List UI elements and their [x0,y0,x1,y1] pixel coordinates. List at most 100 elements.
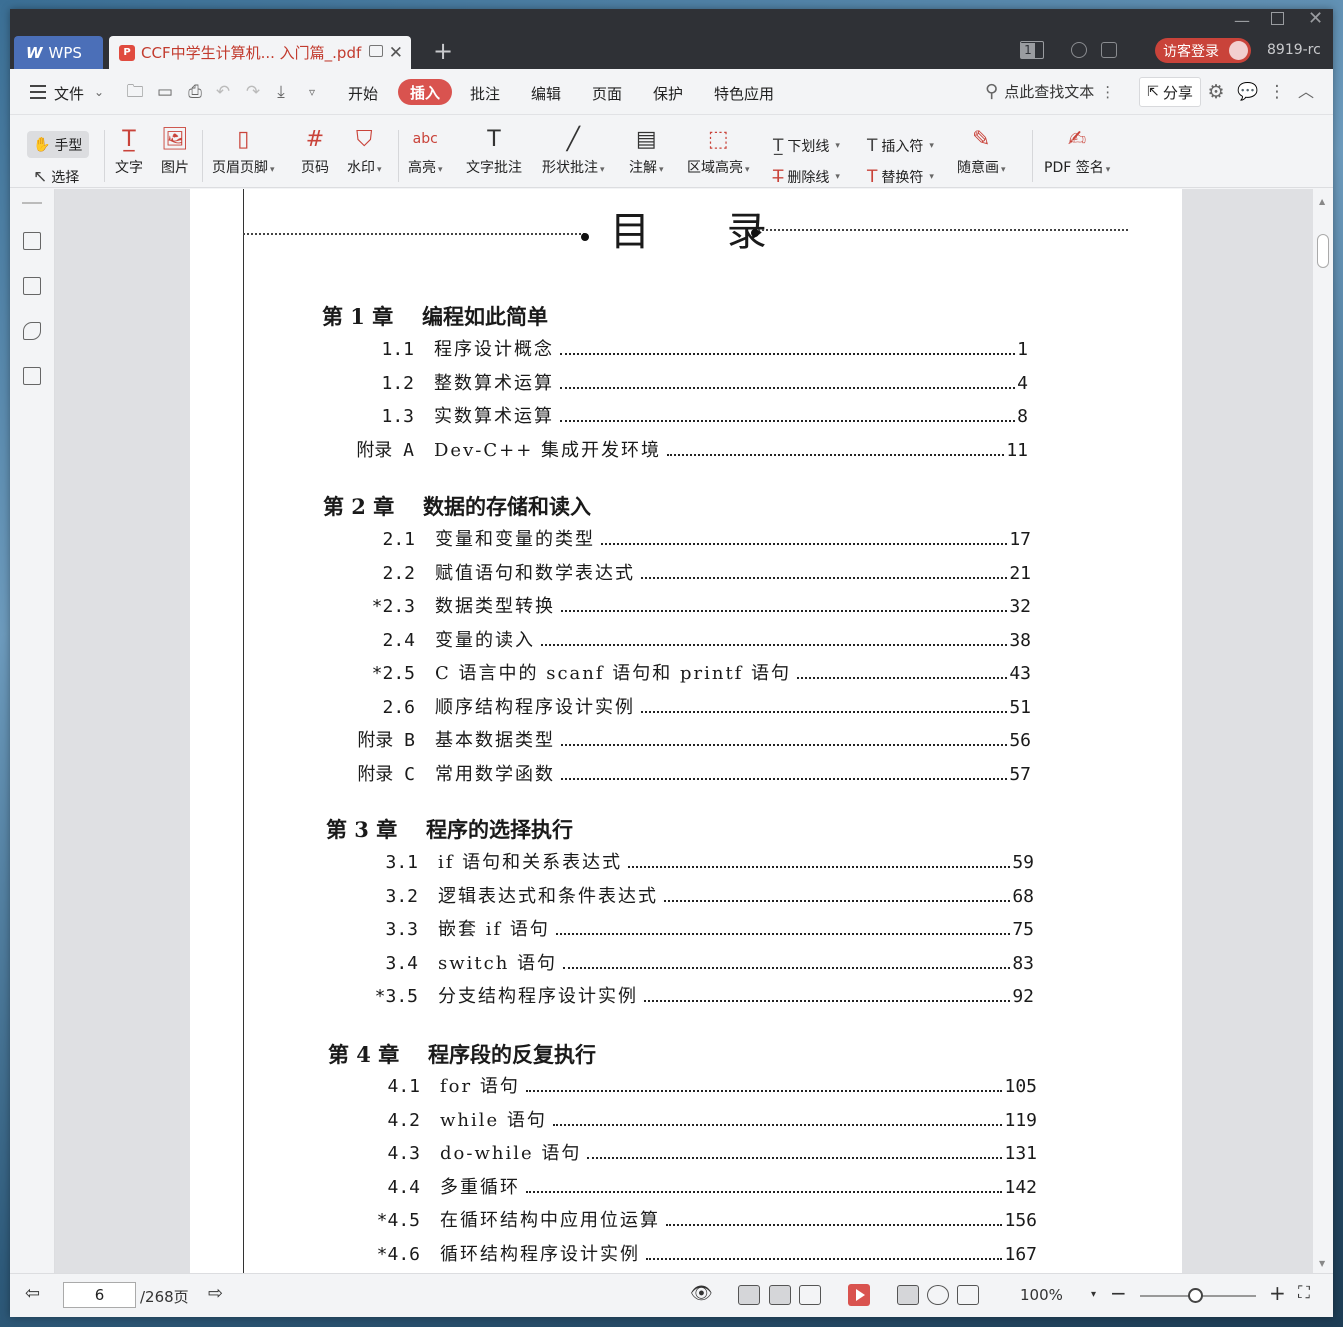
actual-size-icon[interactable] [897,1285,919,1305]
collapse-ribbon-icon[interactable]: ︿ [1297,83,1315,101]
tab-document[interactable]: P CCF中学生计算机... 入门篇_.pdf ✕ [109,36,411,69]
insert-mark-button[interactable]: T 插入符 ▾ [867,136,934,156]
more-vertical-icon[interactable]: ⋮ [1100,83,1115,101]
strikethrough-button[interactable]: T̶ 删除线 ▾ [773,167,840,187]
toc-entry[interactable]: 1.1 程序设计概念 1 [354,335,1028,361]
hand-tool-button[interactable]: ✋ 手型 [27,131,89,158]
toc-entry[interactable]: 1.3 实数算术运算 8 [354,402,1028,428]
close-tab-icon[interactable]: ✕ [389,43,403,63]
toc-entry[interactable]: 4.4 多重循环 142 [360,1173,1037,1199]
outline-icon[interactable] [23,232,41,250]
toc-entry[interactable]: 2.1 变量和变量的类型 17 [355,525,1031,551]
header-footer-button[interactable]: ▯ 页眉页脚 ▾ [212,124,275,177]
prev-page-icon[interactable]: ⇦ [25,1283,40,1304]
toc-entry[interactable]: 2.4 变量的读入 38 [355,626,1031,652]
hamburger-icon[interactable] [30,85,46,99]
toc-entry[interactable]: 3.2 逻辑表达式和条件表达式 68 [358,882,1034,908]
toc-entry[interactable]: 1.2 整数算术运算 4 [354,369,1028,395]
freehand-button[interactable]: ✎ 随意画 ▾ [957,124,1006,177]
menu-page[interactable]: 页面 [592,83,622,104]
continuous-view-icon[interactable] [738,1285,760,1305]
toc-entry[interactable]: 4.1 for 语句 105 [360,1072,1037,1098]
open-folder-icon[interactable]: 🗀 [126,83,144,101]
toc-entry[interactable]: 4.2 while 语句 119 [360,1106,1037,1132]
two-page-icon[interactable] [799,1285,821,1305]
toc-entry[interactable]: *2.3 数据类型转换 32 [355,592,1031,618]
redo-icon[interactable]: ↷ [244,83,262,101]
scroll-up-icon[interactable]: ▲ [1319,197,1325,206]
monitor-icon[interactable] [369,45,383,57]
signature-panel-icon[interactable] [23,367,41,385]
toc-entry[interactable]: *3.5 分支结构程序设计实例 92 [358,982,1034,1008]
page-number-button[interactable]: # 页码 [300,124,330,177]
toc-entry[interactable]: *4.5 在循环结构中应用位运算 156 [360,1206,1037,1232]
toc-entry[interactable]: *4.6 循环结构程序设计实例 167 [360,1240,1037,1266]
menu-insert[interactable]: 插入 [398,79,452,105]
select-tool-button[interactable]: ↖ 选择 [33,167,79,187]
toc-entry[interactable]: *2.5 C 语言中的 scanf 语句和 printf 语句 43 [355,659,1031,685]
visitor-login-button[interactable]: 访客登录 [1155,38,1251,63]
maximize-icon[interactable] [1271,12,1284,25]
underline-button[interactable]: T̲ 下划线 ▾ [773,136,840,156]
annotation-pen-icon[interactable] [23,322,41,340]
menu-special[interactable]: 特色应用 [714,83,774,104]
search-box[interactable]: ⚲ 点此查找文本 ⋮ [985,81,1115,102]
play-icon[interactable] [848,1284,870,1306]
skin-icon[interactable] [1101,42,1117,58]
toc-entry[interactable]: 3.4 switch 语句 83 [358,949,1034,975]
toc-entry[interactable]: 3.1 if 语句和关系表达式 59 [358,848,1034,874]
fit-page-icon[interactable] [927,1285,949,1305]
menu-comment[interactable]: 批注 [470,83,500,104]
undo-icon[interactable]: ↶ [214,83,232,101]
save-icon[interactable]: ▭ [156,83,174,101]
more-menu-icon[interactable]: ⋮ [1268,83,1286,101]
insert-image-button[interactable]: 🖼 图片 [160,124,190,177]
pdf-sign-button[interactable]: ✍ PDF 签名 ▾ [1044,124,1110,177]
new-tab-button[interactable]: + [433,39,453,63]
zoom-in-icon[interactable]: + [1269,1281,1286,1305]
page-number-input[interactable]: 6 [63,1282,136,1308]
close-window-icon[interactable]: ✕ [1308,10,1323,28]
settings-round-icon[interactable] [1071,42,1087,58]
toc-entry[interactable]: 4.3 do-while 语句 131 [360,1139,1037,1165]
zoom-slider-knob[interactable] [1188,1288,1203,1303]
menu-protect[interactable]: 保护 [653,83,683,104]
print-icon[interactable]: ⎙ [186,83,204,101]
highlight-button[interactable]: abc 高亮 ▾ [408,124,443,177]
chat-icon[interactable]: 💬 [1237,83,1258,101]
chevron-down-icon[interactable]: ⌄ [90,83,108,101]
area-highlight-button[interactable]: ⬚ 区域高亮 ▾ [687,124,750,177]
toc-entry[interactable]: 2.2 赋值语句和数学表达式 21 [355,559,1031,585]
text-comment-button[interactable]: T 文字批注 [466,124,522,177]
vertical-scrollbar[interactable]: ▲ ▼ [1313,189,1333,1273]
scroll-down-icon[interactable]: ▼ [1319,1259,1325,1268]
more-dropdown-icon[interactable]: ▿ [303,83,321,101]
fullscreen-icon[interactable]: ⛶ [1298,1283,1310,1303]
toc-entry[interactable]: 3.3 嵌套 if 语句 75 [358,915,1034,941]
replace-mark-button[interactable]: T 替换符 ▾ [867,167,934,187]
scroll-thumb[interactable] [1317,234,1329,268]
gear-icon[interactable]: ⚙ [1207,83,1225,102]
menu-edit[interactable]: 编辑 [531,83,561,104]
share-button[interactable]: ⇱ 分享 [1139,77,1201,107]
tab-wps-home[interactable]: W WPS [14,36,103,69]
window-count-badge[interactable]: 1 [1020,41,1044,59]
menu-file[interactable]: 文件 [54,83,84,104]
toc-entry[interactable]: 附录 C 常用数学函数 57 [355,760,1031,786]
toc-entry[interactable]: 2.6 顺序结构程序设计实例 51 [355,693,1031,719]
next-page-icon[interactable]: ⇨ [208,1283,223,1304]
single-page-icon[interactable] [769,1285,791,1305]
toc-entry[interactable]: 附录 B 基本数据类型 56 [355,726,1031,752]
annotation-button[interactable]: ▤ 注解 ▾ [629,124,664,177]
eye-protect-icon[interactable]: 👁 [690,1283,713,1304]
insert-text-button[interactable]: T̲ 文字 [114,124,144,177]
fit-width-icon[interactable] [957,1285,979,1305]
thumbnail-image-icon[interactable] [23,277,41,295]
menu-start[interactable]: 开始 [348,83,378,104]
zoom-level[interactable]: 100% [1020,1286,1063,1304]
zoom-dropdown-icon[interactable]: ▾ [1091,1289,1096,1300]
toc-entry[interactable]: 附录 A Dev-C++ 集成开发环境 11 [354,436,1028,462]
watermark-button[interactable]: ⛉ 水印 ▾ [347,124,382,177]
export-icon[interactable]: ⤓ [272,83,290,101]
shape-comment-button[interactable]: ╱ 形状批注 ▾ [542,124,605,177]
